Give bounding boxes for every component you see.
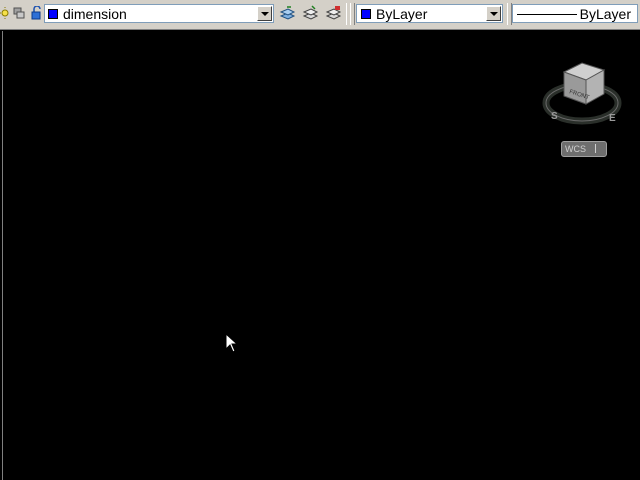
ucs-label: WCS — [565, 144, 586, 154]
viewcube-icon[interactable]: FRONT S E — [542, 58, 626, 130]
color-dropdown-arrow-icon[interactable] — [486, 6, 501, 21]
mouse-cursor-icon — [225, 333, 239, 353]
ucs-menu-button[interactable]: WCS — [561, 141, 607, 157]
layer-state-icon[interactable] — [12, 6, 26, 20]
layer-color-swatch — [48, 9, 58, 19]
compass-e-label: E — [609, 113, 616, 124]
layer-name: dimension — [63, 6, 127, 22]
layer-isolate-icon[interactable] — [325, 5, 342, 22]
color-value: ByLayer — [376, 6, 428, 22]
lock-icon[interactable] — [30, 6, 44, 20]
color-swatch — [361, 9, 371, 19]
linetype-value: ByLayer — [579, 6, 631, 22]
compass-s-label: S — [551, 111, 558, 122]
toolbar: dimension ByLayer ByLayer — [0, 0, 640, 30]
layer-dropdown[interactable]: dimension — [44, 4, 274, 23]
layer-make-current-icon[interactable] — [302, 5, 319, 22]
linetype-sample — [517, 14, 577, 15]
ucs-menu-arrow-icon — [595, 144, 602, 153]
color-dropdown[interactable]: ByLayer — [356, 4, 503, 23]
layer-dropdown-arrow-icon[interactable] — [257, 6, 272, 21]
linetype-dropdown[interactable]: ByLayer — [512, 4, 638, 23]
toolbar-grip[interactable] — [350, 3, 355, 25]
layer-previous-icon[interactable] — [279, 5, 296, 22]
